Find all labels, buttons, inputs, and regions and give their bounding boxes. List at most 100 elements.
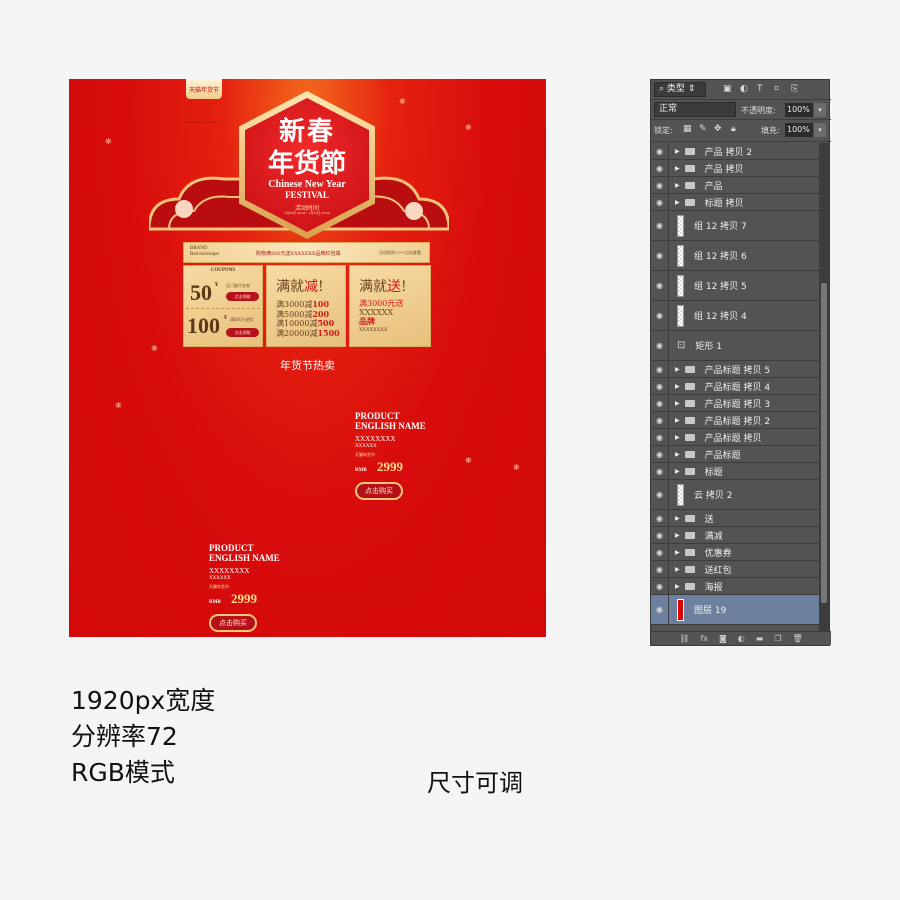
- expand-triangle-icon[interactable]: ▶: [675, 583, 680, 590]
- layer-row[interactable]: ◉ ▶ 产品标题 拷贝 5: [651, 361, 819, 378]
- layer-row[interactable]: ◉ 组 12 拷贝 7: [651, 211, 819, 241]
- eye-icon[interactable]: ◉: [651, 510, 669, 526]
- eye-icon[interactable]: ◉: [651, 194, 669, 210]
- layer-row[interactable]: ◉ ▶ 产品标题 拷贝 3: [651, 395, 819, 412]
- expand-triangle-icon[interactable]: ▶: [675, 515, 680, 522]
- shape-filter-icon[interactable]: ⌗: [774, 84, 779, 94]
- buy-button[interactable]: 点击购买: [209, 614, 257, 632]
- layer-row[interactable]: ◉ ▶ 产品标题 拷贝 2: [651, 412, 819, 429]
- filter-select[interactable]: ⌕ 类型 ⇕: [654, 82, 706, 97]
- lock-brush-icon[interactable]: ✎: [699, 124, 707, 134]
- layer-row[interactable]: ◉ 图层 19: [651, 595, 819, 625]
- layer-name: 组 12 拷贝 7: [694, 222, 747, 232]
- layer-row[interactable]: ◉ ▶ 产品标题 拷贝 4: [651, 378, 819, 395]
- expand-triangle-icon[interactable]: ▶: [675, 148, 680, 155]
- layer-row[interactable]: ◉ ▶ 海报: [651, 578, 819, 595]
- buy-button[interactable]: 点击购买: [355, 482, 403, 500]
- link-icon[interactable]: ⛓: [679, 634, 689, 643]
- scrollbar[interactable]: [819, 143, 829, 633]
- layer-row[interactable]: ◉ ▶ 标题: [651, 463, 819, 480]
- envelope-message: 购物满500元送XXXXXXX品牌红包袋: [256, 251, 341, 257]
- eye-icon[interactable]: ◉: [651, 463, 669, 479]
- eye-icon[interactable]: ◉: [651, 160, 669, 176]
- eye-icon[interactable]: ◉: [651, 578, 669, 594]
- image-filter-icon[interactable]: ▣: [723, 84, 732, 94]
- lock-icon[interactable]: 🔒︎: [731, 124, 736, 134]
- eye-icon[interactable]: ◉: [651, 271, 669, 300]
- eye-icon[interactable]: ◉: [651, 361, 669, 377]
- eye-icon[interactable]: ◉: [651, 561, 669, 577]
- eye-icon[interactable]: ◉: [651, 143, 669, 159]
- layer-row[interactable]: ◉ 组 12 拷贝 6: [651, 241, 819, 271]
- expand-triangle-icon[interactable]: ▶: [675, 182, 680, 189]
- expand-triangle-icon[interactable]: ▶: [675, 400, 680, 407]
- folder-icon: [684, 467, 695, 475]
- mask-icon[interactable]: ◙: [719, 634, 727, 643]
- layer-row[interactable]: ◉ ▶ 标题 拷贝: [651, 194, 819, 211]
- eye-icon[interactable]: ◉: [651, 301, 669, 330]
- opacity-input[interactable]: 100%: [785, 103, 813, 117]
- eye-icon[interactable]: ◉: [651, 177, 669, 193]
- layer-name: 组 12 拷贝 5: [694, 282, 747, 292]
- layer-row[interactable]: ◉ ⊡ 矩形 1: [651, 331, 819, 361]
- eye-icon[interactable]: ◉: [651, 595, 669, 624]
- layer-row[interactable]: ◉ 云 拷贝 2: [651, 480, 819, 510]
- layer-row[interactable]: ◉ ▶ 送: [651, 510, 819, 527]
- trash-icon[interactable]: 🗑︎: [793, 634, 803, 643]
- layer-row[interactable]: ◉ ▶ 产品标题 拷贝: [651, 429, 819, 446]
- more-link[interactable]: 活动规则>>>点击查看: [379, 250, 421, 256]
- expand-triangle-icon[interactable]: ▶: [675, 532, 680, 539]
- blend-mode-select[interactable]: 正常: [654, 102, 736, 117]
- layer-row[interactable]: ◉ 组 12 拷贝 5: [651, 271, 819, 301]
- expand-triangle-icon[interactable]: ▶: [675, 165, 680, 172]
- adjustment-filter-icon[interactable]: ◐: [740, 84, 748, 94]
- eye-icon[interactable]: ◉: [651, 211, 669, 240]
- smart-object-filter-icon[interactable]: ⎘: [791, 84, 798, 94]
- layer-row[interactable]: ◉ ▶ 产品 拷贝: [651, 160, 819, 177]
- fill-input[interactable]: 100%: [785, 123, 813, 137]
- eye-icon[interactable]: ◉: [651, 527, 669, 543]
- layer-row[interactable]: ◉ ▶ 产品 拷贝 2: [651, 143, 819, 160]
- layer-row[interactable]: ◉ ▶ 送红包: [651, 561, 819, 578]
- new-group-icon[interactable]: ▬: [756, 634, 764, 643]
- fx-icon[interactable]: fx: [700, 634, 708, 643]
- lock-transparent-icon[interactable]: ▦: [683, 124, 692, 134]
- scrollbar-thumb[interactable]: [821, 283, 827, 603]
- text-filter-icon[interactable]: T: [757, 84, 763, 94]
- expand-triangle-icon[interactable]: ▶: [675, 566, 680, 573]
- eye-icon[interactable]: ◉: [651, 412, 669, 428]
- expand-triangle-icon[interactable]: ▶: [675, 366, 680, 373]
- layer-name: 送红包: [704, 565, 732, 576]
- layer-row[interactable]: ◉ ▶ 优惠券: [651, 544, 819, 561]
- expand-triangle-icon[interactable]: ▶: [675, 549, 680, 556]
- eye-icon[interactable]: ◉: [651, 480, 669, 509]
- layer-row[interactable]: ◉ ▶ 产品标题: [651, 446, 819, 463]
- eye-icon[interactable]: ◉: [651, 378, 669, 394]
- folder-icon: [684, 164, 695, 172]
- layer-row[interactable]: ◉ ▶ 满减: [651, 527, 819, 544]
- eye-icon[interactable]: ◉: [651, 446, 669, 462]
- layer-name: 标题: [704, 467, 723, 478]
- eye-icon[interactable]: ◉: [651, 331, 669, 360]
- opacity-dropdown[interactable]: ▾: [814, 103, 826, 117]
- expand-triangle-icon[interactable]: ▶: [675, 199, 680, 206]
- adjustment-icon[interactable]: ◐: [738, 634, 745, 643]
- expand-triangle-icon[interactable]: ▶: [675, 468, 680, 475]
- eye-icon[interactable]: ◉: [651, 241, 669, 270]
- expand-triangle-icon[interactable]: ▶: [675, 383, 680, 390]
- layer-row[interactable]: ◉ ▶ 产品: [651, 177, 819, 194]
- layer-row[interactable]: ◉ 组 12 拷贝 4: [651, 301, 819, 331]
- small-tagline: Chinese New Year Festival: [185, 120, 218, 124]
- get-coupon-button[interactable]: 点击领取: [226, 328, 259, 337]
- expand-triangle-icon[interactable]: ▶: [675, 417, 680, 424]
- eye-icon[interactable]: ◉: [651, 395, 669, 411]
- eye-icon[interactable]: ◉: [651, 429, 669, 445]
- fill-dropdown[interactable]: ▾: [814, 123, 826, 137]
- expand-triangle-icon[interactable]: ▶: [675, 434, 680, 441]
- expand-triangle-icon[interactable]: ▶: [675, 451, 680, 458]
- lock-move-icon[interactable]: ✥: [714, 124, 722, 134]
- coupons-heading: COUPONS: [210, 268, 236, 273]
- get-coupon-button[interactable]: 点击领取: [226, 292, 259, 301]
- new-layer-icon[interactable]: ❐: [774, 634, 781, 643]
- eye-icon[interactable]: ◉: [651, 544, 669, 560]
